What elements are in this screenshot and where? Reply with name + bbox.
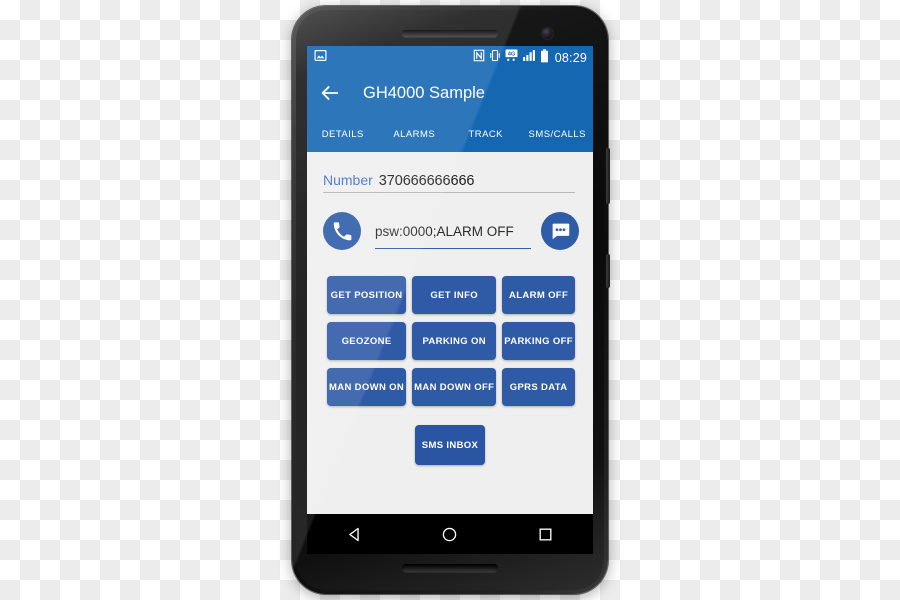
android-navigation-bar	[307, 514, 593, 554]
command-input[interactable]: psw:0000;ALARM OFF	[375, 224, 531, 241]
tab-sms-calls[interactable]: SMS/CALLS	[522, 129, 594, 140]
earpiece-speaker	[402, 30, 498, 37]
gprs-data-button[interactable]: GPRS DATA	[502, 368, 575, 406]
status-bar-notifications	[314, 49, 473, 67]
tab-bar: DETAILS ALARMS TRACK SMS/CALLS	[307, 116, 593, 152]
page-title: GH4000 Sample	[363, 83, 485, 102]
nfc-icon	[473, 49, 485, 67]
command-input-wrapper[interactable]: psw:0000;ALARM OFF	[375, 224, 531, 249]
geozone-button[interactable]: GEOZONE	[327, 322, 407, 360]
back-arrow-icon[interactable]	[319, 82, 341, 104]
image-icon	[314, 49, 327, 67]
phone-screen: 4G 08:29 GH4000 Sample DETAILS ALARMS TR…	[307, 46, 593, 554]
phone-device: 4G 08:29 GH4000 Sample DETAILS ALARMS TR…	[292, 6, 610, 594]
signal-bars-icon	[522, 49, 536, 67]
number-field-row: Number 370666666666	[323, 172, 575, 193]
nav-recents-square-icon[interactable]	[523, 514, 567, 554]
alarm-off-button[interactable]: ALARM OFF	[502, 276, 575, 314]
status-bar: 4G 08:29	[307, 46, 593, 70]
status-bar-clock: 08:29	[554, 51, 587, 65]
nav-home-circle-icon[interactable]	[428, 514, 472, 554]
power-button[interactable]	[606, 254, 610, 288]
front-camera	[542, 28, 553, 39]
man-down-on-button[interactable]: MAN DOWN ON	[327, 368, 407, 406]
bottom-speaker-grille	[402, 564, 498, 572]
parking-off-button[interactable]: PARKING OFF	[502, 322, 575, 360]
details-tab-content: Number 370666666666 psw:0000;ALARM OFF G…	[307, 152, 593, 554]
number-field-label: Number	[323, 172, 373, 188]
sms-inbox-button[interactable]: SMS INBOX	[415, 425, 485, 465]
number-input[interactable]: 370666666666	[379, 173, 575, 189]
tab-alarms[interactable]: ALARMS	[379, 129, 451, 140]
phone-icon[interactable]	[323, 212, 361, 250]
tab-details[interactable]: DETAILS	[307, 129, 379, 140]
app-bar: GH4000 Sample	[307, 70, 593, 116]
command-field-row: psw:0000;ALARM OFF	[323, 212, 579, 250]
tab-track[interactable]: TRACK	[450, 129, 522, 140]
4g-data-icon: 4G	[505, 49, 518, 67]
vibrate-icon	[489, 49, 501, 67]
battery-icon	[540, 48, 549, 68]
status-bar-system-icons: 4G 08:29	[473, 48, 587, 68]
svg-text:4G: 4G	[507, 52, 515, 58]
volume-rocker-button[interactable]	[606, 148, 610, 204]
man-down-off-button[interactable]: MAN DOWN OFF	[412, 368, 497, 406]
get-info-button[interactable]: GET INFO	[412, 276, 497, 314]
sms-bubble-icon[interactable]	[541, 212, 579, 250]
nav-back-triangle-icon[interactable]	[333, 514, 377, 554]
sms-inbox-row: SMS INBOX	[307, 425, 593, 465]
get-position-button[interactable]: GET POSITION	[327, 276, 407, 314]
command-button-grid: GET POSITION GET INFO ALARM OFF GEOZONE …	[327, 276, 575, 406]
parking-on-button[interactable]: PARKING ON	[412, 322, 497, 360]
